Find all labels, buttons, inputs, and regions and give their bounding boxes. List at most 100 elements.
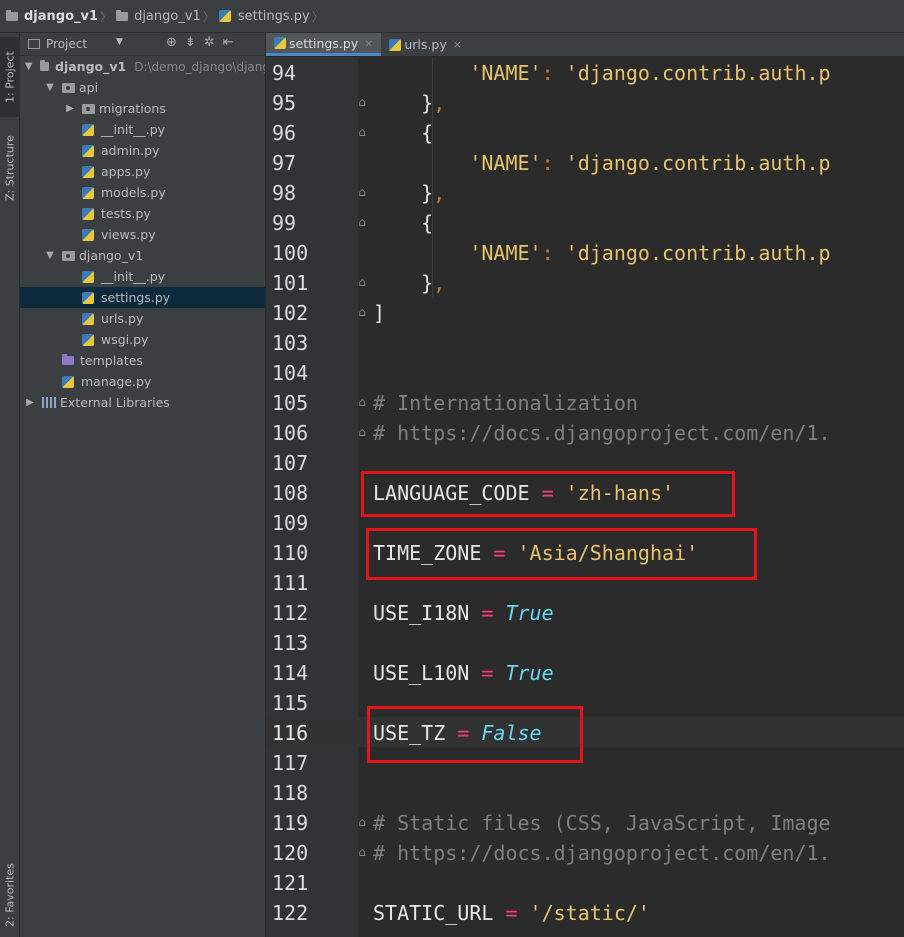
project-panel-header: Project ▼ ⊕ ⇟ ✲ ⇤ xyxy=(20,33,265,56)
tool-tab-project[interactable]: 1: Project xyxy=(0,37,20,117)
code-line[interactable]: 116 USE_TZ = False xyxy=(266,717,904,747)
code-line[interactable]: 95 ⌂ }, xyxy=(266,87,904,117)
close-icon[interactable]: × xyxy=(364,37,373,50)
code-line[interactable]: 104 xyxy=(266,357,904,387)
fold-marker-icon[interactable]: ⌂ xyxy=(356,426,368,438)
breadcrumb-project[interactable]: django_v1 xyxy=(6,9,98,24)
tree-item[interactable]: __init__.py xyxy=(20,266,265,287)
code-line[interactable]: 97 'NAME': 'django.contrib.auth.p xyxy=(266,147,904,177)
line-number: 113 xyxy=(272,631,309,655)
code-text: # Static files (CSS, JavaScript, Image xyxy=(373,811,831,835)
collapsed-arrow-icon[interactable]: ▶ xyxy=(24,397,36,408)
tree-item[interactable]: manage.py xyxy=(20,371,265,392)
code-line[interactable]: 112 USE_I18N = True xyxy=(266,597,904,627)
tool-tab-structure[interactable]: Z: Structure xyxy=(0,125,20,211)
tree-item[interactable]: ▼ django_v1 D:\demo_django\djang xyxy=(20,56,265,77)
code-token: : xyxy=(541,61,566,85)
code-line[interactable]: 117 xyxy=(266,747,904,777)
code-line[interactable]: 98 ⌂ }, xyxy=(266,177,904,207)
code-text: 'NAME': 'django.contrib.auth.p xyxy=(373,61,830,85)
line-number: 100 xyxy=(272,241,309,265)
fold-marker-icon[interactable]: ⌂ xyxy=(356,126,368,138)
line-number: 102 xyxy=(272,301,309,325)
line-number: 116 xyxy=(272,721,309,745)
tree-item[interactable]: settings.py xyxy=(20,287,265,308)
tree-item[interactable]: apps.py xyxy=(20,161,265,182)
tree-item[interactable]: __init__.py xyxy=(20,119,265,140)
close-icon[interactable]: × xyxy=(453,38,462,51)
tab-urls[interactable]: urls.py × xyxy=(381,33,470,56)
package-icon xyxy=(82,103,95,114)
expanded-arrow-icon[interactable]: ▼ xyxy=(44,250,56,261)
code-line[interactable]: 121 xyxy=(266,867,904,897)
target-icon[interactable]: ⊕ xyxy=(166,35,177,50)
collapsed-arrow-icon[interactable]: ▶ xyxy=(64,103,76,114)
fold-marker-icon[interactable]: ⌂ xyxy=(356,396,368,408)
fold-marker-icon[interactable]: ⌂ xyxy=(356,306,368,318)
code-line[interactable]: 99 ⌂ { xyxy=(266,207,904,237)
tree-item[interactable]: ▶ External Libraries xyxy=(20,392,265,413)
tool-tab-favorites[interactable]: 2: Favorites xyxy=(0,853,20,937)
code-token: = xyxy=(469,661,506,685)
code-line[interactable]: 114 USE_L10N = True xyxy=(266,657,904,687)
expanded-arrow-icon[interactable]: ▼ xyxy=(24,61,34,72)
code-line[interactable]: 113 xyxy=(266,627,904,657)
annotation-highlight-box xyxy=(367,705,583,763)
tree-item[interactable]: templates xyxy=(20,350,265,371)
line-number: 95 xyxy=(272,91,297,115)
code-text: USE_I18N = True xyxy=(373,601,554,625)
hide-panel-icon[interactable]: ⇤ xyxy=(223,35,234,50)
project-view-selector[interactable]: Project xyxy=(46,37,87,51)
line-number: 121 xyxy=(272,871,309,895)
tree-item[interactable]: admin.py xyxy=(20,140,265,161)
fold-marker-icon[interactable]: ⌂ xyxy=(356,816,368,828)
code-token: # https://docs.djangoproject.com/en/1. xyxy=(373,841,831,865)
code-line[interactable]: 101 ⌂ }, xyxy=(266,267,904,297)
code-line[interactable]: 106 ⌂ # https://docs.djangoproject.com/en/… xyxy=(266,417,904,447)
code-line[interactable]: 94 'NAME': 'django.contrib.auth.p xyxy=(266,57,904,87)
tab-settings[interactable]: settings.py × xyxy=(266,33,382,56)
code-token: True xyxy=(505,601,554,625)
chevron-down-icon[interactable]: ▼ xyxy=(116,37,123,47)
python-file-icon xyxy=(82,291,94,304)
code-line[interactable]: 103 xyxy=(266,327,904,357)
tree-item[interactable]: ▶ migrations xyxy=(20,98,265,119)
fold-marker-icon[interactable]: ⌂ xyxy=(356,216,368,228)
code-line[interactable]: 102 ⌂] xyxy=(266,297,904,327)
code-token: , xyxy=(433,181,446,205)
tree-item[interactable]: views.py xyxy=(20,224,265,245)
fold-marker-icon[interactable]: ⌂ xyxy=(356,276,368,288)
code-token: = xyxy=(469,601,506,625)
expanded-arrow-icon[interactable]: ▼ xyxy=(44,82,56,93)
code-text: # https://docs.djangoproject.com/en/1. xyxy=(373,841,831,865)
code-editor[interactable]: 94 'NAME': 'django.contrib.auth.p 95 ⌂ }, 9… xyxy=(266,57,904,937)
code-text: 'NAME': 'django.contrib.auth.p xyxy=(373,151,830,175)
tree-item[interactable]: ▼ api xyxy=(20,77,265,98)
code-line[interactable]: 120 ⌂ # https://docs.djangoproject.com/en/… xyxy=(266,837,904,867)
fold-marker-icon[interactable]: ⌂ xyxy=(356,846,368,858)
tree-item[interactable]: urls.py xyxy=(20,308,265,329)
line-number: 112 xyxy=(272,601,309,625)
breadcrumb-folder[interactable]: django_v1 xyxy=(116,9,201,24)
code-text: { xyxy=(373,121,433,145)
python-file-icon xyxy=(389,38,402,51)
tree-item[interactable]: ▼ django_v1 xyxy=(20,245,265,266)
fold-marker-icon[interactable]: ⌂ xyxy=(356,96,368,108)
code-token: , xyxy=(433,271,446,295)
code-line[interactable]: 115 xyxy=(266,687,904,717)
code-line[interactable]: 118 xyxy=(266,777,904,807)
collapse-all-icon[interactable]: ⇟ xyxy=(185,35,196,50)
code-line[interactable]: 119 ⌂ # Static files (CSS, JavaScript, Ima… xyxy=(266,807,904,837)
tree-item[interactable]: models.py xyxy=(20,182,265,203)
code-line[interactable]: 96 ⌂ { xyxy=(266,117,904,147)
code-line[interactable]: 122 STATIC_URL = '/static/' xyxy=(266,897,904,927)
line-number: 104 xyxy=(272,361,309,385)
tree-item[interactable]: tests.py xyxy=(20,203,265,224)
code-token: : xyxy=(541,151,566,175)
breadcrumb-file[interactable]: settings.py xyxy=(218,9,310,24)
gear-icon[interactable]: ✲ xyxy=(204,35,215,50)
code-line[interactable]: 100 'NAME': 'django.contrib.auth.p xyxy=(266,237,904,267)
code-line[interactable]: 105 ⌂ # Internationalization xyxy=(266,387,904,417)
tree-item[interactable]: wsgi.py xyxy=(20,329,265,350)
fold-marker-icon[interactable]: ⌂ xyxy=(356,186,368,198)
